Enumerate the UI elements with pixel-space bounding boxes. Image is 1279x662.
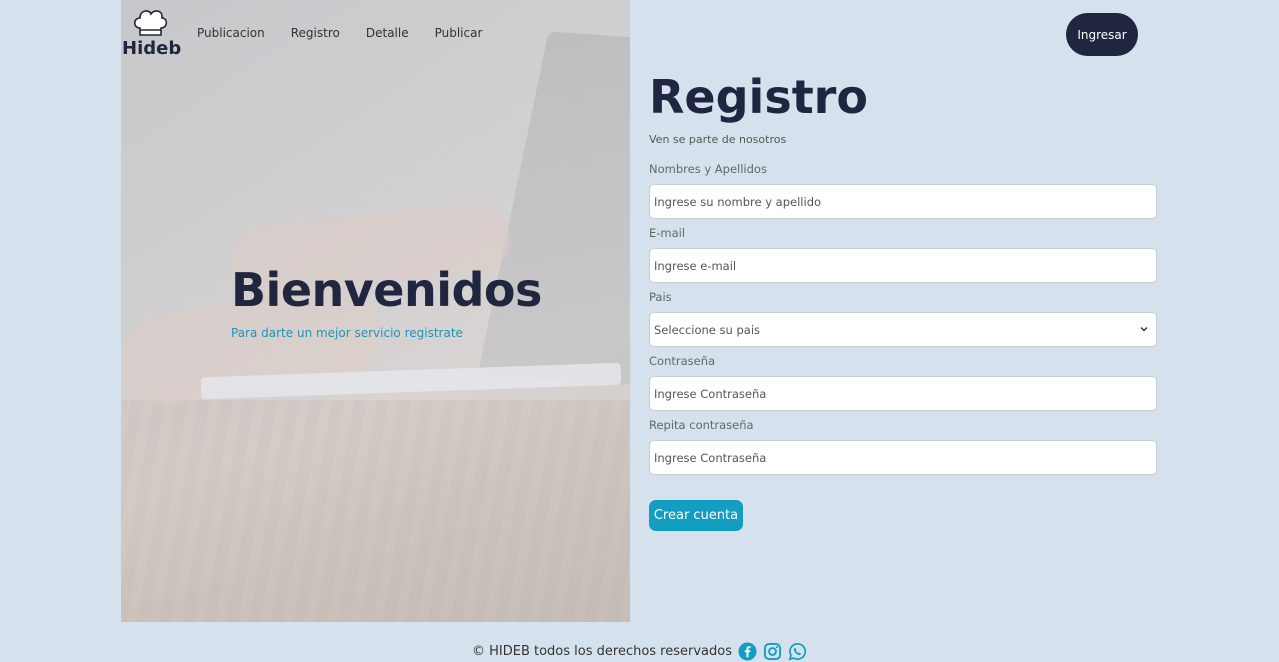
chef-hat-icon [133,10,168,36]
repeat-password-label: Repita contraseña [649,418,754,432]
nav-item-publicar[interactable]: Publicar [435,26,483,40]
main-nav: Publicacion Registro Detalle Publicar [197,26,482,40]
hero-title: Bienvenidos [231,263,542,317]
repeat-password-input[interactable] [649,440,1157,475]
instagram-icon[interactable] [763,642,782,661]
email-label: E-mail [649,226,686,240]
brand-logo[interactable]: Hideb [122,8,182,59]
email-input[interactable] [649,248,1157,283]
form-title: Registro [649,70,868,124]
hero-subtitle: Para darte un mejor servicio registrate [231,326,463,340]
name-input[interactable] [649,184,1157,219]
nav-item-registro[interactable]: Registro [291,26,340,40]
brand-name: Hideb [122,38,182,59]
nav-item-detalle[interactable]: Detalle [366,26,409,40]
country-label: Pais [649,290,672,304]
password-label: Contraseña [649,354,716,368]
form-subtitle: Ven se parte de nosotros [649,133,787,146]
name-label: Nombres y Apellidos [649,162,767,176]
footer: © HIDEB todos los derechos reservados [0,640,1279,662]
create-account-button[interactable]: Crear cuenta [649,500,743,531]
login-button[interactable]: Ingresar [1066,13,1138,56]
password-input[interactable] [649,376,1157,411]
footer-copyright: © HIDEB todos los derechos reservados [471,643,732,659]
whatsapp-icon[interactable] [788,642,807,661]
country-select[interactable]: Seleccione su pais [649,312,1157,347]
chevron-down-icon [1140,327,1148,332]
country-select-value: Seleccione su pais [654,322,761,337]
nav-item-publicacion[interactable]: Publicacion [197,26,265,40]
facebook-icon[interactable] [738,641,757,661]
